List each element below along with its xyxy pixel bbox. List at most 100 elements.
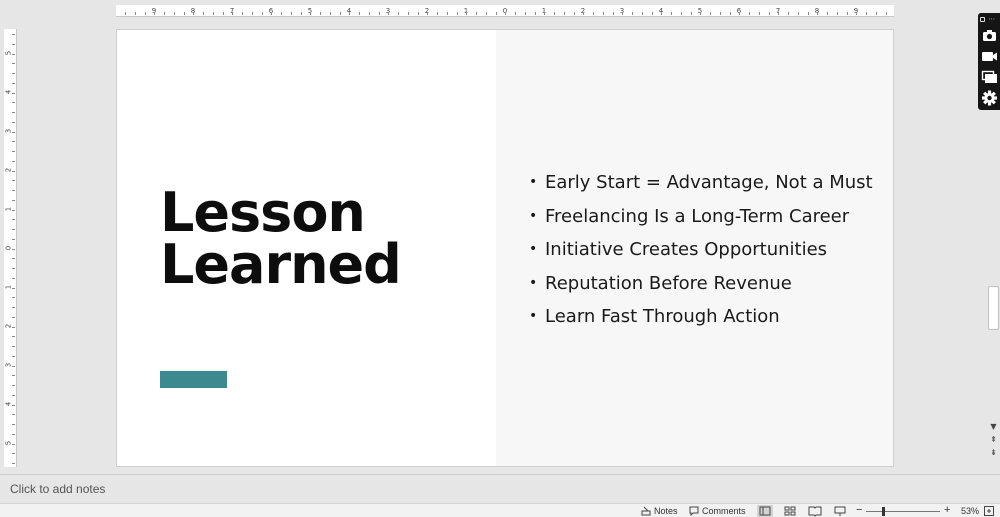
comment-icon bbox=[689, 506, 699, 516]
normal-view-icon bbox=[759, 506, 771, 516]
ruler-tick bbox=[807, 12, 809, 15]
previous-slide-icon[interactable]: ⇞ bbox=[988, 434, 999, 445]
ruler-tick bbox=[651, 12, 653, 15]
ruler-tick bbox=[242, 12, 243, 15]
horizontal-ruler[interactable]: 9 8 7 6 5 4 3 2 1 0 1 2 3 4 5 6 7 8 9 bbox=[116, 5, 894, 17]
ruler-tick bbox=[476, 12, 477, 15]
ruler-tick bbox=[827, 12, 828, 15]
ruler-tick bbox=[398, 12, 399, 15]
ruler-tick bbox=[12, 316, 15, 318]
notes-pane[interactable]: Click to add notes bbox=[0, 474, 1000, 503]
reading-view-button[interactable] bbox=[807, 505, 823, 517]
ruler-tick bbox=[632, 12, 633, 15]
zoom-level[interactable]: 53% bbox=[961, 505, 979, 517]
ruler-tick bbox=[222, 12, 224, 15]
slide-show-button[interactable] bbox=[832, 505, 848, 517]
ruler-tick bbox=[456, 12, 458, 15]
ruler-tick bbox=[144, 12, 146, 15]
window-icon[interactable] bbox=[981, 69, 998, 85]
zoom-out-icon[interactable]: − bbox=[856, 504, 862, 516]
toolbar-header[interactable]: ⋯ bbox=[980, 15, 998, 23]
ruler-tick bbox=[680, 12, 682, 15]
gear-icon[interactable] bbox=[981, 90, 998, 106]
ruler-tick bbox=[154, 12, 156, 15]
ruler-tick bbox=[12, 170, 15, 172]
ruler-tick bbox=[710, 12, 711, 15]
comments-button[interactable]: Comments bbox=[689, 505, 746, 517]
ruler-tick bbox=[12, 199, 15, 201]
zoom-slider[interactable] bbox=[866, 511, 940, 512]
ruler-tick bbox=[534, 12, 536, 15]
ruler-tick bbox=[12, 277, 15, 279]
video-icon[interactable] bbox=[981, 48, 998, 64]
ruler-tick bbox=[602, 12, 604, 15]
ruler-tick bbox=[12, 287, 15, 289]
fit-to-window-button[interactable] bbox=[983, 505, 995, 517]
ruler-tick bbox=[12, 151, 15, 152]
next-slide-icon[interactable]: ⇟ bbox=[988, 447, 999, 458]
ruler-tick bbox=[12, 404, 15, 406]
ruler-tick bbox=[505, 12, 507, 15]
slide-sorter-button[interactable] bbox=[782, 505, 798, 517]
ruler-tick bbox=[12, 375, 15, 377]
ruler-tick bbox=[12, 209, 15, 211]
fit-window-icon bbox=[984, 506, 994, 516]
pin-icon bbox=[980, 16, 985, 22]
ruler-tick bbox=[495, 12, 497, 15]
ruler-tick bbox=[544, 12, 546, 15]
ruler-tick bbox=[378, 12, 380, 15]
slide-title[interactable]: Lesson Learned bbox=[160, 186, 402, 292]
ruler-tick bbox=[12, 443, 15, 445]
ruler-tick bbox=[12, 365, 15, 367]
zoom-slider-thumb[interactable] bbox=[882, 507, 885, 516]
ruler-tick bbox=[866, 12, 867, 15]
scrollbar-thumb[interactable] bbox=[988, 286, 999, 330]
ruler-tick bbox=[12, 433, 15, 435]
ruler-tick bbox=[134, 12, 136, 15]
ruler-tick bbox=[612, 12, 614, 15]
ruler-tick bbox=[12, 73, 15, 74]
ruler-tick bbox=[778, 12, 780, 15]
ruler-tick bbox=[12, 43, 15, 45]
bullet-item: Learn Fast Through Action bbox=[527, 300, 873, 334]
ruler-tick bbox=[836, 12, 838, 15]
ruler-tick bbox=[466, 12, 468, 15]
ruler-tick bbox=[212, 12, 214, 15]
ruler-tick bbox=[359, 12, 360, 15]
ruler-tick bbox=[12, 82, 15, 84]
scroll-down-icon[interactable]: ▼ bbox=[988, 421, 999, 432]
ruler-tick bbox=[437, 12, 438, 15]
ruler-tick bbox=[173, 12, 175, 15]
ruler-tick bbox=[12, 131, 15, 133]
ruler-tick bbox=[12, 463, 15, 464]
notes-icon bbox=[641, 506, 651, 516]
slide-canvas[interactable]: Lesson Learned Early Start = Advantage, … bbox=[116, 29, 894, 467]
ruler-tick bbox=[12, 229, 15, 230]
ruler-tick bbox=[846, 12, 848, 15]
ruler-tick bbox=[661, 12, 663, 15]
ruler-tick bbox=[885, 12, 887, 15]
normal-view-button[interactable] bbox=[757, 505, 773, 517]
ruler-tick bbox=[593, 12, 594, 15]
ruler-tick bbox=[515, 12, 516, 15]
ruler-tick bbox=[671, 12, 672, 15]
ruler-tick bbox=[164, 12, 165, 15]
accent-bar[interactable] bbox=[160, 371, 227, 388]
ruler-tick bbox=[388, 12, 390, 15]
ruler-tick bbox=[232, 12, 234, 15]
ruler-tick bbox=[797, 12, 799, 15]
ruler-tick bbox=[524, 12, 526, 15]
ruler-tick bbox=[12, 141, 15, 143]
ruler-tick bbox=[729, 12, 731, 15]
bullet-list[interactable]: Early Start = Advantage, Not a Must Free… bbox=[527, 166, 873, 334]
ruler-tick bbox=[329, 12, 331, 15]
notes-toggle-label: Notes bbox=[654, 506, 678, 516]
zoom-in-icon[interactable]: + bbox=[944, 504, 950, 516]
reading-view-icon bbox=[808, 506, 822, 517]
notes-toggle-button[interactable]: Notes bbox=[641, 505, 678, 517]
ruler-tick bbox=[300, 12, 302, 15]
ruler-tick bbox=[875, 12, 877, 15]
notes-placeholder[interactable]: Click to add notes bbox=[10, 482, 105, 496]
camera-icon[interactable] bbox=[981, 27, 998, 43]
vertical-ruler[interactable]: 5 4 3 2 1 0 1 2 3 4 5 bbox=[4, 29, 17, 467]
